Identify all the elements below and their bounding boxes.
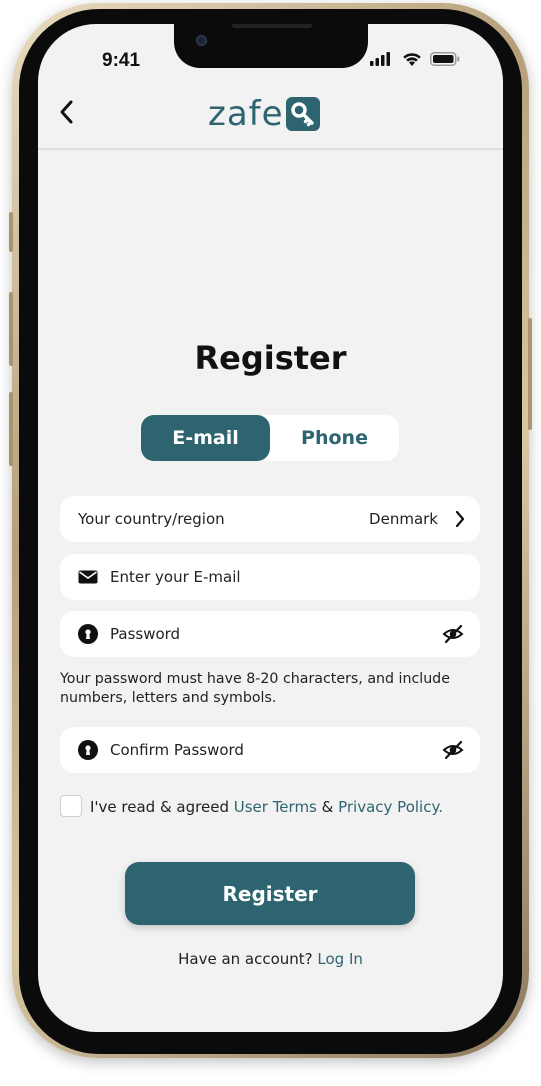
mute-switch <box>9 212 13 252</box>
volume-up-button <box>9 292 13 366</box>
battery-icon <box>430 52 460 66</box>
privacy-policy-link[interactable]: Privacy Policy. <box>338 798 443 816</box>
volume-down-button <box>9 392 13 466</box>
wifi-icon <box>403 53 421 66</box>
register-method-tabs: E-mail Phone <box>141 415 399 461</box>
password-field[interactable]: Password <box>60 611 480 657</box>
email-field[interactable]: Enter your E-mail <box>60 554 480 600</box>
terms-text: I've read & agreed User Terms & Privacy … <box>90 795 443 819</box>
password-hint: Your password must have 8-20 characters,… <box>60 671 450 706</box>
login-link[interactable]: Log In <box>317 950 363 968</box>
country-region-label: Your country/region <box>78 510 225 528</box>
keyhole-icon <box>78 740 98 760</box>
camera <box>196 35 207 46</box>
tab-email[interactable]: E-mail <box>141 415 270 461</box>
status-icons <box>370 50 470 66</box>
user-terms-link[interactable]: User Terms <box>234 798 317 816</box>
confirm-password-placeholder: Confirm Password <box>110 741 244 759</box>
confirm-password-field[interactable]: Confirm Password <box>60 727 480 773</box>
logo-text: zafe <box>208 94 284 134</box>
email-placeholder: Enter your E-mail <box>110 568 241 586</box>
terms-amp: & <box>316 798 339 816</box>
key-icon <box>285 97 320 131</box>
login-row: Have an account? Log In <box>38 950 503 968</box>
envelope-icon <box>78 570 98 584</box>
chevron-left-icon <box>60 100 73 124</box>
screen: 9:41 zafe Register E-mail Phone Your cou… <box>38 24 503 1032</box>
power-button <box>528 318 532 430</box>
terms-prefix: I've read & agreed <box>90 798 234 816</box>
country-region-row[interactable]: Your country/region Denmark <box>60 496 480 542</box>
signal-icon <box>370 52 390 66</box>
app-header: zafe <box>38 82 503 150</box>
zafe-logo: zafe <box>208 96 320 132</box>
terms-row: I've read & agreed User Terms & Privacy … <box>60 795 480 819</box>
status-time: 9:41 <box>102 50 141 71</box>
keyhole-icon <box>78 624 98 644</box>
register-button[interactable]: Register <box>125 862 415 925</box>
speaker <box>232 24 312 28</box>
tab-phone[interactable]: Phone <box>270 415 399 461</box>
chevron-right-icon <box>455 510 465 528</box>
back-button[interactable] <box>56 98 78 126</box>
eye-off-icon[interactable] <box>442 623 464 645</box>
notch <box>174 24 368 68</box>
country-value: Denmark <box>369 510 438 528</box>
page-title: Register <box>194 339 347 377</box>
password-placeholder: Password <box>110 625 181 643</box>
terms-checkbox[interactable] <box>60 795 82 817</box>
eye-off-icon[interactable] <box>442 739 464 761</box>
login-prompt: Have an account? <box>178 950 318 968</box>
